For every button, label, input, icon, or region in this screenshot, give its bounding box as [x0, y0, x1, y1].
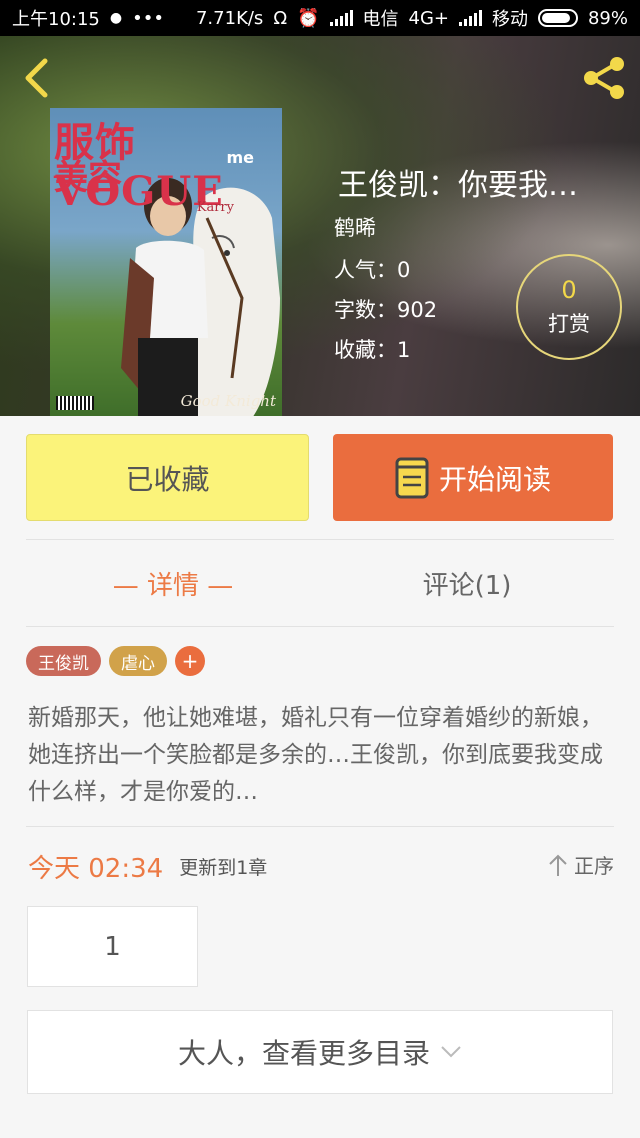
favorites-value: 1: [397, 338, 411, 362]
update-text: 更新到1章: [179, 856, 268, 879]
cover-karry: Karry: [196, 200, 234, 215]
reward-count: 0: [561, 276, 577, 304]
network-type: 4G+: [408, 7, 449, 29]
back-button[interactable]: [14, 54, 58, 102]
barcode-icon: [56, 396, 94, 410]
book-title: 王俊凯：你要我…: [338, 168, 578, 203]
sort-toggle[interactable]: 正序: [548, 850, 614, 879]
book-header: 服饰VOGUE 美容 me Karry Good Knight 王俊凯：你要我……: [0, 36, 640, 416]
share-button[interactable]: [578, 52, 630, 104]
wordcount-label: 字数：: [334, 298, 397, 322]
headphone-icon: Ω: [273, 7, 288, 29]
more-catalog-label: 大人，查看更多目录: [177, 1037, 430, 1070]
book-icon: [395, 457, 429, 498]
status-time: 上午10:15: [12, 9, 100, 30]
carrier-2: 移动: [491, 9, 528, 30]
book-author: 鹤晞: [334, 216, 376, 240]
divider: [26, 539, 614, 540]
start-reading-label: 开始阅读: [438, 462, 551, 496]
plus-icon: +: [181, 649, 199, 673]
more-notifications-icon: •••: [132, 7, 164, 29]
tab-comments[interactable]: 评论(1): [320, 548, 614, 618]
battery-icon: [537, 9, 578, 27]
cover-knight: Good Knight: [180, 392, 276, 410]
notification-icon: ●: [109, 10, 123, 26]
cover-me: me: [226, 148, 254, 167]
update-time: 今天 02:34: [28, 853, 164, 884]
sort-label: 正序: [574, 854, 614, 878]
tag-list: 王俊凯 虐心 +: [26, 646, 205, 676]
divider: [26, 626, 614, 627]
collected-label: 已收藏: [125, 462, 210, 496]
popularity-value: 0: [397, 258, 411, 282]
update-row: 今天 02:34 更新到1章 正序: [28, 846, 614, 886]
popularity-row: 人气：0: [334, 254, 410, 284]
share-icon: [584, 57, 624, 99]
arrow-up-icon: [549, 854, 567, 876]
chevron-down-icon: [441, 1046, 461, 1058]
collected-button[interactable]: 已收藏: [26, 434, 309, 521]
add-tag-button[interactable]: +: [175, 646, 205, 676]
reward-label: 打赏: [548, 312, 590, 336]
bottom-bar-peek: [0, 1124, 640, 1138]
status-bar: 上午10:15 ● ••• 7.71K/s Ω ⏰ 电信 4G+ 移动 89%: [0, 0, 640, 36]
favorites-row: 收藏：1: [334, 334, 410, 364]
reward-button[interactable]: 0 打赏: [516, 254, 622, 360]
favorites-label: 收藏：: [334, 338, 397, 362]
chapter-item[interactable]: 1: [27, 906, 198, 987]
wordcount-value: 902: [397, 298, 438, 322]
tag-wangjunkai[interactable]: 王俊凯: [26, 646, 101, 676]
book-summary: 新婚那天，他让她难堪，婚礼只有一位穿着婚纱的新娘，她连挤出一个笑脸都是多余的…王…: [28, 705, 603, 805]
tab-detail[interactable]: — 详情 —: [26, 548, 320, 618]
network-speed: 7.71K/s: [195, 7, 264, 29]
start-reading-button[interactable]: 开始阅读: [333, 434, 613, 521]
divider: [26, 826, 614, 827]
book-cover[interactable]: 服饰VOGUE 美容 me Karry Good Knight: [50, 108, 282, 416]
battery-percent: 89%: [587, 7, 628, 29]
tag-nuexin[interactable]: 虐心: [109, 646, 167, 676]
signal-icon: [329, 10, 353, 26]
popularity-label: 人气：: [334, 258, 397, 282]
wordcount-row: 字数：902: [334, 294, 437, 324]
cover-masthead-2: 美容: [54, 158, 122, 198]
more-catalog-button[interactable]: 大人，查看更多目录: [27, 1010, 613, 1094]
alarm-icon: ⏰: [297, 7, 320, 29]
signal-icon-2: [458, 10, 482, 26]
chevron-left-icon: [25, 58, 48, 98]
carrier-1: 电信: [362, 9, 399, 30]
